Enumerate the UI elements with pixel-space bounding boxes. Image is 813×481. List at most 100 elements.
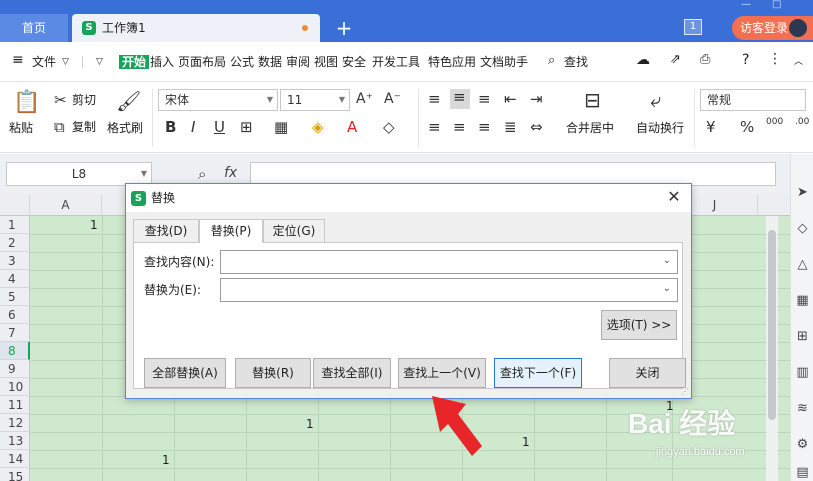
bold-icon[interactable]: B (165, 119, 176, 135)
number-format-select[interactable]: 常规 (700, 89, 806, 111)
chevron-down-icon[interactable]: ⌄ (663, 283, 671, 294)
cell-value[interactable]: 1 (306, 415, 314, 433)
replace-input[interactable]: ⌄ (220, 278, 678, 302)
font-size-select[interactable]: 11 ▼ (280, 89, 350, 111)
percent-icon[interactable]: % (740, 119, 754, 135)
chevron-down-icon[interactable]: ▽ (62, 55, 69, 69)
align-left-icon[interactable]: ≡ (428, 119, 441, 135)
table-icon[interactable]: ▦ (794, 292, 811, 309)
clear-format-icon[interactable]: ◇ (383, 119, 395, 135)
cell-value[interactable]: 1 (522, 433, 530, 451)
replace-button[interactable]: 替换(R) (235, 358, 311, 388)
row-header[interactable]: 3 (0, 252, 30, 270)
cell-value[interactable]: 1 (162, 451, 170, 469)
tab-workbook[interactable]: S 工作簿1 (72, 14, 320, 42)
row-header[interactable]: 6 (0, 306, 30, 324)
increase-font-icon[interactable]: A⁺ (356, 91, 373, 107)
row-header[interactable]: 2 (0, 234, 30, 252)
visitor-login-button[interactable]: 访客登录 (732, 16, 813, 40)
find-previous-button[interactable]: 查找上一个(V) (398, 358, 486, 388)
zoom-lookup-icon[interactable]: ⌕ (198, 165, 206, 183)
minimize-icon[interactable]: — (741, 0, 753, 10)
hamburger-menu-icon[interactable]: ≡ (12, 53, 24, 67)
italic-icon[interactable]: I (191, 119, 195, 135)
column-header-a[interactable]: A (30, 194, 102, 216)
indent-right-icon[interactable]: ⇥ (530, 91, 543, 107)
tab-goto[interactable]: 定位(G) (263, 219, 325, 242)
options-button[interactable]: 选项(T) >> (601, 310, 677, 340)
chevron-down-icon[interactable]: ⌄ (663, 255, 671, 266)
align-bottom-icon[interactable]: ≡ (478, 91, 491, 107)
window-count-badge[interactable]: 1 (684, 19, 702, 35)
apps-icon[interactable]: ⊞ (794, 328, 811, 345)
row-header-selected[interactable]: 8 (0, 342, 30, 360)
close-icon[interactable]: ✕ (665, 188, 683, 206)
font-color-icon[interactable]: A (347, 119, 357, 135)
thousands-separator-icon[interactable]: 000 (766, 117, 783, 127)
menu-search[interactable]: 查找 (564, 55, 588, 69)
dialog-title-bar[interactable]: S 替换 ✕ (126, 184, 691, 212)
cut-button[interactable]: 剪切 (72, 93, 96, 107)
scrollbar-thumb[interactable] (768, 230, 776, 420)
merge-center-button[interactable]: 合并居中 (566, 121, 614, 135)
chart-icon[interactable]: ▥ (794, 364, 811, 381)
copy-icon[interactable]: ⧉ (54, 119, 65, 135)
row-header[interactable]: 14 (0, 450, 30, 468)
copy-button[interactable]: 复制 (72, 120, 96, 134)
decimal-icon[interactable]: .00 (795, 117, 809, 127)
currency-icon[interactable]: ¥ (706, 119, 716, 135)
tab-find[interactable]: 查找(D) (133, 219, 199, 242)
find-next-button[interactable]: 查找下一个(F) (494, 358, 582, 388)
cell-value[interactable]: 1 (90, 216, 98, 234)
row-header[interactable]: 10 (0, 378, 30, 396)
style-icon[interactable]: △ (794, 256, 811, 273)
align-top-icon[interactable]: ≡ (428, 91, 441, 107)
pointer-icon[interactable]: ➤ (794, 184, 811, 201)
new-tab-button[interactable]: + (334, 14, 354, 42)
find-all-button[interactable]: 查找全部(I) (313, 358, 391, 388)
wrap-text-icon[interactable]: ⤶ (650, 89, 661, 111)
search-icon[interactable]: ⌕ (548, 54, 555, 68)
wrap-text-button[interactable]: 自动换行 (636, 121, 684, 135)
menu-tab-page-layout[interactable]: 页面布局 (178, 55, 226, 69)
format-painter-icon[interactable]: 🖌 (116, 90, 141, 112)
paste-icon[interactable]: 📋 (13, 91, 40, 115)
row-header[interactable]: 9 (0, 360, 30, 378)
borders-icon[interactable]: ⊞ (240, 119, 253, 135)
menu-tab-home[interactable]: 开始 (119, 55, 150, 69)
row-header[interactable]: 11 (0, 396, 30, 414)
menu-tab-formulas[interactable]: 公式 (230, 55, 254, 69)
row-header[interactable]: 15 (0, 468, 30, 481)
row-header[interactable]: 12 (0, 414, 30, 432)
share-icon[interactable]: ⇗ (670, 53, 681, 67)
find-input[interactable]: ⌄ (220, 250, 678, 274)
menu-tab-special[interactable]: 特色应用 (428, 55, 476, 69)
menu-tab-data[interactable]: 数据 (258, 55, 282, 69)
fill-color-icon[interactable]: ◈ (312, 119, 324, 135)
replace-all-button[interactable]: 全部替换(A) (144, 358, 226, 388)
justify-icon[interactable]: ≣ (504, 119, 517, 135)
function-icon[interactable]: fx (224, 165, 237, 181)
cloud-sync-icon[interactable]: ☁ (636, 53, 650, 67)
indent-left-icon[interactable]: ⇤ (504, 91, 517, 107)
fill-pattern-icon[interactable]: ▦ (274, 119, 288, 135)
menu-tab-review[interactable]: 审阅 (286, 55, 310, 69)
underline-icon[interactable]: U (214, 119, 225, 135)
distribute-icon[interactable]: ⇔ (530, 119, 543, 135)
resize-grip-icon[interactable]: ⋰ (681, 388, 689, 396)
align-center-icon[interactable]: ≡ (453, 119, 466, 135)
more-icon[interactable]: ⋮ (768, 52, 782, 66)
menu-file[interactable]: 文件 (32, 55, 56, 69)
select-all-corner[interactable] (0, 194, 30, 216)
print-icon[interactable]: ⎙ (700, 53, 710, 67)
help-icon[interactable]: ? (742, 53, 749, 67)
close-button[interactable]: 关闭 (609, 358, 686, 388)
row-header[interactable]: 4 (0, 270, 30, 288)
format-painter-button[interactable]: 格式刷 (107, 121, 143, 135)
align-right-icon[interactable]: ≡ (478, 119, 491, 135)
paste-label[interactable]: 粘贴 (9, 121, 33, 135)
merge-center-icon[interactable]: ⊟ (584, 89, 601, 111)
menu-tab-doc-assistant[interactable]: 文档助手 (480, 55, 528, 69)
decrease-font-icon[interactable]: A⁻ (384, 91, 401, 107)
row-header[interactable]: 1 (0, 216, 30, 234)
